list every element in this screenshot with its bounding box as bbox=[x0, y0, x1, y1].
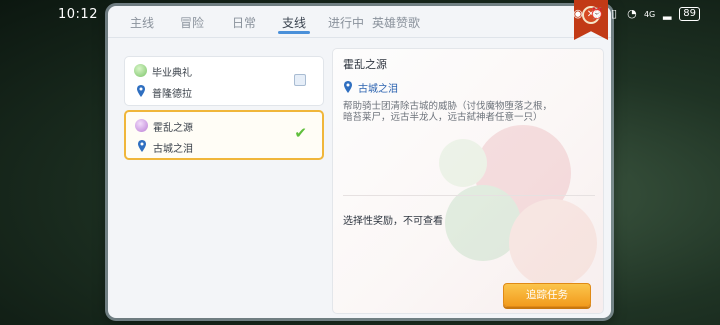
quest-detail: 霍乱之源 古城之泪 帮助骑士团清除古城的威胁（讨伐魔物堕落之根，暗苔莱尸，远古半… bbox=[332, 48, 604, 314]
signal-icon: ▂ bbox=[663, 7, 672, 20]
purple-orb-icon bbox=[135, 119, 148, 132]
quest-item-graduation[interactable]: 毕业典礼 普隆德拉 bbox=[124, 56, 324, 106]
active-tab-indicator bbox=[278, 31, 310, 34]
wifi-icon: ◔ bbox=[627, 7, 637, 20]
status-bar: 10:12 ◉ ⏰ ▯ ◔ 4G ▂ 89 bbox=[0, 0, 720, 30]
check-icon[interactable]: ✔ bbox=[294, 124, 307, 142]
battery-indicator: 89 bbox=[679, 7, 700, 21]
quest-list: 毕业典礼 普隆德拉 霍乱之源 古城之泪 ✔ bbox=[116, 44, 334, 312]
quest-title: 毕业典礼 bbox=[152, 68, 192, 79]
status-time: 10:12 bbox=[58, 7, 98, 22]
quest-item-cholera-source[interactable]: 霍乱之源 古城之泪 ✔ bbox=[124, 110, 324, 160]
network-type: 4G bbox=[643, 9, 656, 19]
location-pin-icon bbox=[137, 85, 145, 97]
quest-location: 古城之泪 bbox=[153, 144, 193, 155]
detail-description: 帮助骑士团清除古城的威胁（讨伐魔物堕落之根，暗苔莱尸，远古半龙人，远古弑神者任意… bbox=[343, 101, 553, 123]
location-pin-icon bbox=[138, 140, 146, 152]
alarm-icon: ⏰ bbox=[589, 7, 604, 20]
eye-icon: ◉ bbox=[573, 7, 583, 20]
quest-location: 普隆德拉 bbox=[152, 89, 192, 100]
detail-divider bbox=[343, 195, 595, 196]
green-orb-icon bbox=[134, 64, 147, 77]
location-pin-icon bbox=[344, 81, 352, 93]
quest-title: 霍乱之源 bbox=[153, 123, 193, 134]
quest-panel: 主线 冒险 日常 支线 进行中 英雄赞歌 毕业典礼 普隆德拉 霍乱之源 古城之泪 bbox=[108, 6, 611, 318]
track-checkbox[interactable] bbox=[294, 74, 306, 86]
character-illustration bbox=[439, 125, 597, 287]
reward-text: 选择性奖励，不可查看 bbox=[343, 216, 443, 227]
status-icons: ◉ ⏰ ▯ ◔ 4G ▂ 89 bbox=[572, 7, 700, 21]
detail-title: 霍乱之源 bbox=[343, 58, 387, 71]
track-quest-button[interactable]: 追踪任务 bbox=[503, 283, 591, 307]
detail-location-link[interactable]: 古城之泪 bbox=[358, 80, 398, 95]
vibrate-icon: ▯ bbox=[610, 7, 617, 20]
